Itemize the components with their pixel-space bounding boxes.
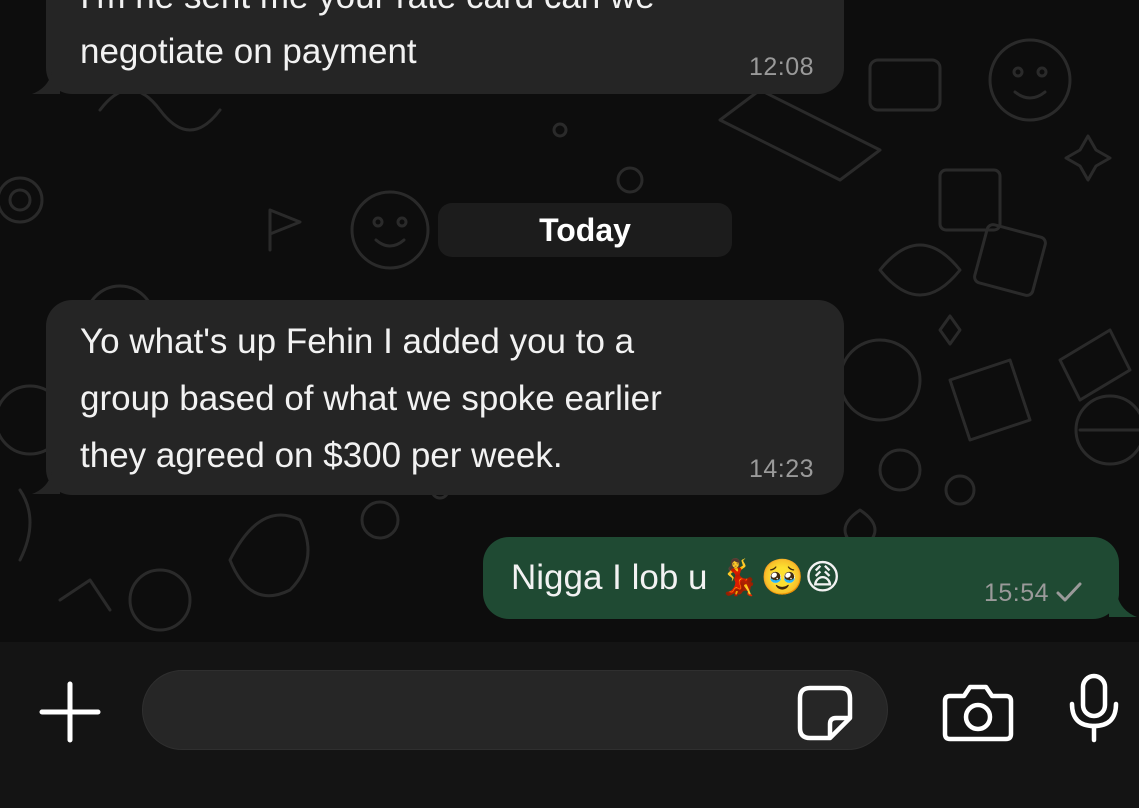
message-text-line: negotiate on payment <box>80 32 417 71</box>
incoming-message-bubble[interactable]: Yo what's up Fehin I added you to a grou… <box>46 300 844 495</box>
sticker-icon[interactable] <box>796 684 854 742</box>
outgoing-message-bubble[interactable]: Nigga I lob u 💃🥹😩 15:54 <box>483 537 1119 619</box>
date-divider: Today <box>438 203 732 257</box>
camera-icon[interactable] <box>942 682 1014 742</box>
sent-check-icon <box>1056 582 1082 602</box>
message-text-line: they agreed on $300 per week. <box>80 436 563 475</box>
incoming-message-bubble[interactable]: I'm he sent me your rate card can we neg… <box>46 0 844 94</box>
message-text-line: group based of what we spoke earlier <box>80 379 662 418</box>
chat-area[interactable]: I'm he sent me your rate card can we neg… <box>0 0 1139 642</box>
message-timestamp: 12:08 <box>748 53 814 81</box>
bubble-tail <box>1109 595 1137 617</box>
bubble-tail <box>32 472 60 494</box>
message-composer <box>0 642 1139 808</box>
bubble-tail <box>32 72 60 94</box>
microphone-icon[interactable] <box>1066 672 1122 744</box>
message-text-line: I'm he sent me your rate card can we <box>80 0 655 25</box>
message-timestamp: 14:23 <box>748 455 814 483</box>
message-input[interactable] <box>142 670 888 750</box>
message-text: Nigga I lob u 💃🥹😩 <box>511 558 841 597</box>
message-timestamp: 15:54 <box>983 579 1049 607</box>
message-text-line: Yo what's up Fehin I added you to a <box>80 322 635 361</box>
plus-icon[interactable] <box>38 680 102 744</box>
